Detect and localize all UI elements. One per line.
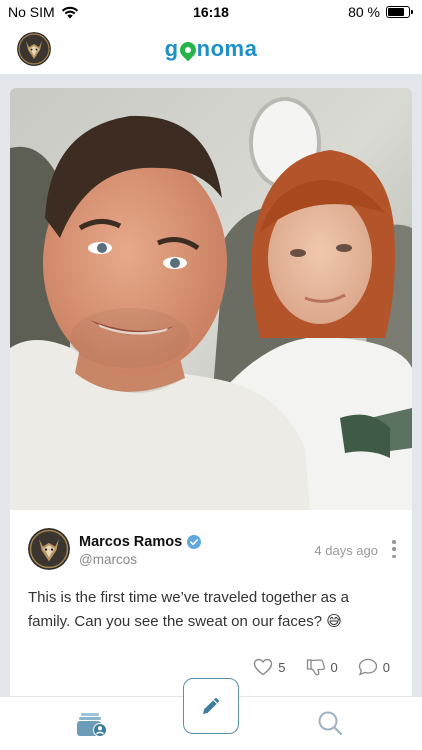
search-icon [318,711,343,736]
author-name[interactable]: Marcos Ramos [79,534,202,550]
logo-text-end: noma [196,36,258,61]
comment-icon [358,658,377,676]
pencil-icon [203,698,219,714]
wifi-icon [61,6,78,18]
battery-level [388,8,404,16]
like-button[interactable]: 5 [253,658,286,676]
comment-count: 0 [382,659,390,675]
dot [392,554,396,558]
status-left: No SIM [8,4,79,20]
post-text: This is the first time we’ve traveled to… [28,589,349,630]
heart-icon [254,658,273,676]
status-bar: No SIM 16:18 80 % [0,0,422,24]
dot [392,547,396,551]
verified-badge-icon [187,535,202,549]
post-photo[interactable] [10,88,412,510]
compose-button[interactable] [183,678,239,734]
wolf-avatar-icon [28,528,70,570]
post-timestamp: 4 days ago [314,543,378,558]
author-name-text: Marcos Ramos [79,534,183,550]
post-card[interactable]: Marcos Ramos @marcos 4 days ago This is … [10,88,412,696]
post-actions: 5 0 0 [253,658,390,676]
like-count: 5 [278,659,286,675]
app-logo: g noma [0,36,422,62]
app-header: g noma [0,24,422,74]
dislike-button[interactable]: 0 [306,658,338,676]
battery-icon [386,6,413,18]
nav-search-button[interactable] [316,709,344,737]
carrier-label: No SIM [8,4,55,20]
author-avatar[interactable] [28,528,70,570]
feed[interactable]: Marcos Ramos @marcos 4 days ago This is … [0,74,422,696]
nav-feed-button[interactable] [76,709,108,739]
more-options-icon[interactable] [390,540,398,558]
author-handle[interactable]: @marcos [79,552,137,567]
map-pin-icon [176,38,199,62]
comment-button[interactable]: 0 [358,658,390,676]
dislike-count: 0 [330,659,338,675]
thumbs-down-icon [306,659,325,676]
feed-profile-icon [77,713,107,737]
post-author-row: Marcos Ramos @marcos 4 days ago [28,528,402,572]
status-right: 80 % [348,4,413,20]
logo-text-start: g [164,36,179,61]
dot [392,540,396,544]
battery-percent: 80 % [348,4,380,20]
